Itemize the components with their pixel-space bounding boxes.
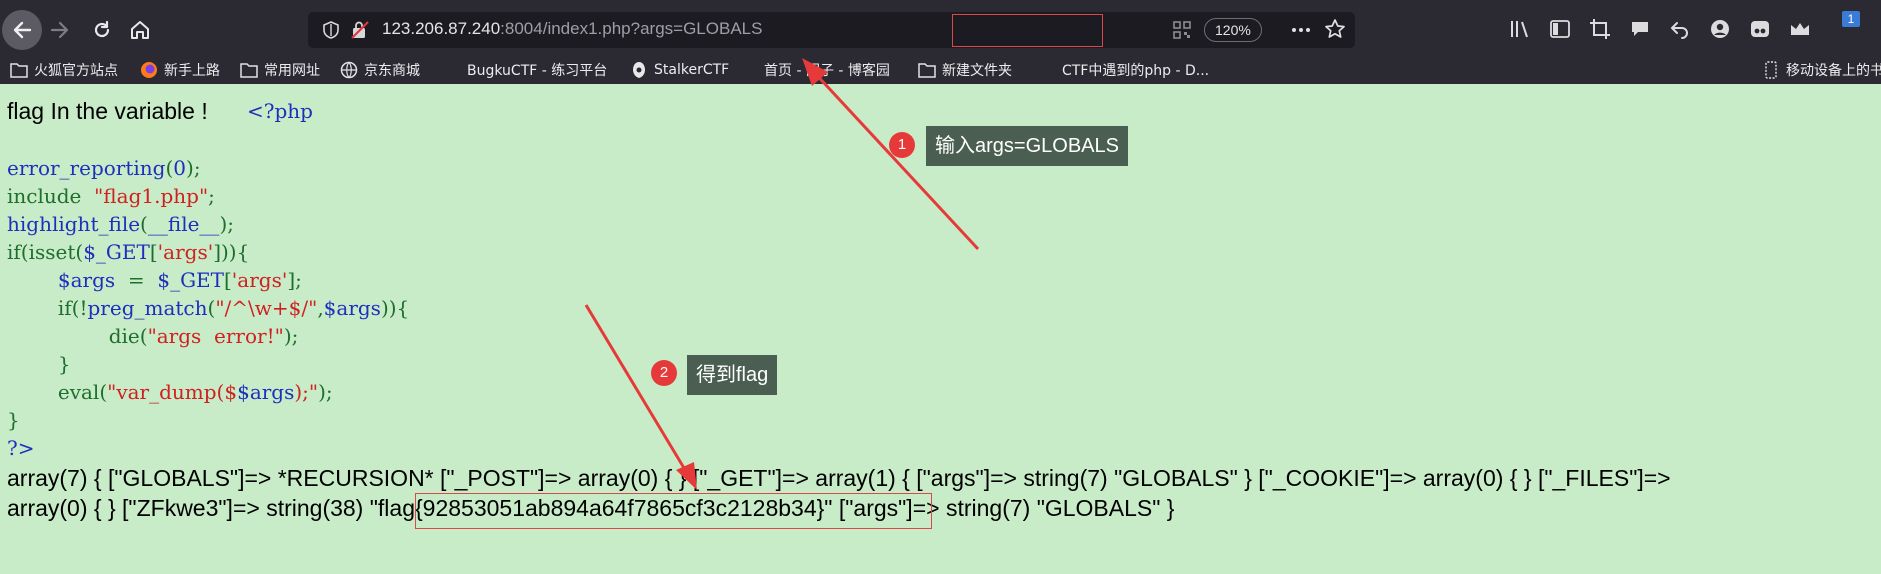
annotation-label-2: 得到flag — [687, 355, 778, 395]
mobile-device-icon — [1762, 61, 1780, 79]
bookmark-label: StalkerCTF — [654, 62, 730, 78]
php-open-tag: <?php — [247, 99, 313, 123]
bookmarks-toolbar: 火狐官方站点 新手上路 常用网址 京东商城 BugkuCTF - 练习平台 St… — [0, 56, 1881, 84]
bookmark-item[interactable]: CTF中遇到的php - D... — [1038, 56, 1209, 84]
bookmark-label: 新手上路 — [164, 63, 220, 79]
bookmark-label: BugkuCTF - 练习平台 — [467, 63, 608, 79]
bookmark-item[interactable]: 常用网址 — [240, 56, 320, 84]
blank-page-icon — [1038, 61, 1056, 79]
blank-page-icon — [443, 61, 461, 79]
bookmark-star-icon[interactable] — [1324, 18, 1346, 40]
sidebar-icon[interactable] — [1549, 18, 1571, 40]
insecure-lock-icon[interactable] — [350, 20, 370, 40]
bookmark-item[interactable]: 移动设备上的书 — [1762, 56, 1881, 84]
url-host: 123.206.87.240 — [382, 19, 501, 38]
chat-icon[interactable] — [1629, 18, 1651, 40]
bookmark-label: 火狐官方站点 — [34, 63, 118, 79]
folder-icon — [10, 61, 28, 79]
bookmark-item[interactable]: 新建文件夹 — [918, 56, 1012, 84]
blank-page-icon — [740, 61, 758, 79]
home-icon — [131, 21, 149, 39]
annotation-label-1: 输入args=GLOBALS — [926, 126, 1128, 166]
page-heading: flag In the variable ! — [7, 98, 208, 124]
home-button[interactable] — [122, 12, 158, 48]
bookmark-label: 移动设备上的书 — [1786, 63, 1881, 79]
account-icon[interactable] — [1709, 18, 1731, 40]
url-bar[interactable]: 123.206.87.240:8004/index1.php?args=GLOB… — [308, 12, 1355, 48]
shield-icon[interactable] — [322, 21, 340, 39]
firefox-icon — [140, 61, 158, 79]
bookmark-item[interactable]: 京东商城 — [340, 56, 420, 84]
bookmark-label: CTF中遇到的php - D... — [1062, 63, 1210, 79]
folder-icon — [918, 61, 936, 79]
bookmark-item[interactable]: 首页 - 园子 - 博客园 — [740, 56, 890, 84]
code-line: $args = $_GET['args']; — [7, 268, 302, 292]
reload-button[interactable] — [84, 12, 120, 48]
bookmark-item[interactable]: StalkerCTF — [630, 56, 729, 84]
code-line: error_reporting(0); — [7, 156, 201, 180]
undo-arrow-icon[interactable] — [1669, 18, 1691, 40]
code-line: eval("var_dump($$args);"); — [7, 380, 333, 404]
forward-button[interactable] — [42, 12, 78, 48]
notification-badge[interactable]: 1 — [1842, 11, 1860, 27]
arrow-right-icon — [50, 21, 69, 39]
code-line: if(!preg_match("/^\w+$/",$args)){ — [7, 296, 410, 320]
library-icon[interactable] — [1509, 18, 1531, 40]
annotation-badge-2: 2 — [651, 360, 677, 386]
bookmark-label: 新建文件夹 — [942, 63, 1012, 79]
globe-icon — [340, 61, 358, 79]
extension-face-icon[interactable] — [1749, 18, 1771, 40]
dump-text: array(0) { } ["ZFkwe3"]=> string(38) — [7, 495, 370, 521]
bookmark-label: 京东商城 — [364, 63, 420, 79]
bookmark-item[interactable]: 新手上路 — [140, 56, 220, 84]
crown-extension-icon[interactable] — [1789, 18, 1811, 40]
bookmark-item[interactable]: BugkuCTF - 练习平台 — [443, 56, 607, 84]
bookmark-label: 常用网址 — [264, 63, 320, 79]
browser-toolbar: 123.206.87.240:8004/index1.php?args=GLOB… — [0, 0, 1881, 60]
arrow-left-icon — [13, 21, 32, 39]
code-line: die("args error!"); — [7, 324, 299, 348]
annotation-badge-1: 1 — [889, 132, 915, 158]
screenshot-crop-icon[interactable] — [1589, 18, 1611, 40]
browser-chrome: 123.206.87.240:8004/index1.php?args=GLOB… — [0, 0, 1881, 84]
reload-icon — [94, 20, 110, 38]
php-close-tag: ?> — [7, 436, 35, 460]
bookmark-label: 首页 - 园子 - 博客园 — [764, 63, 890, 79]
more-actions-icon[interactable] — [1290, 19, 1312, 41]
bookmark-item[interactable]: 火狐官方站点 — [10, 56, 118, 84]
back-button[interactable] — [2, 10, 42, 50]
code-line: if(isset($_GET['args'])){ — [7, 240, 250, 264]
stalker-icon — [630, 61, 648, 79]
code-line: include "flag1.php"; — [7, 184, 215, 208]
qr-code-icon[interactable] — [1172, 20, 1192, 40]
code-line: highlight_file(__file__); — [7, 212, 234, 236]
code-line: } — [7, 352, 71, 376]
code-line: } — [7, 408, 20, 432]
folder-icon — [240, 61, 258, 79]
url-query-highlight-box — [952, 14, 1103, 47]
url-port: :8004 — [500, 19, 543, 38]
flag-highlight-box — [415, 493, 932, 529]
url-query: ?args=GLOBALS — [630, 19, 763, 38]
var-dump-output-line-1: array(7) { ["GLOBALS"]=> *RECURSION* ["_… — [7, 465, 1671, 491]
zoom-level-badge[interactable]: 120% — [1204, 18, 1262, 42]
url-text[interactable]: 123.206.87.240:8004/index1.php?args=GLOB… — [382, 19, 762, 39]
url-path: /index1.php — [542, 19, 631, 38]
